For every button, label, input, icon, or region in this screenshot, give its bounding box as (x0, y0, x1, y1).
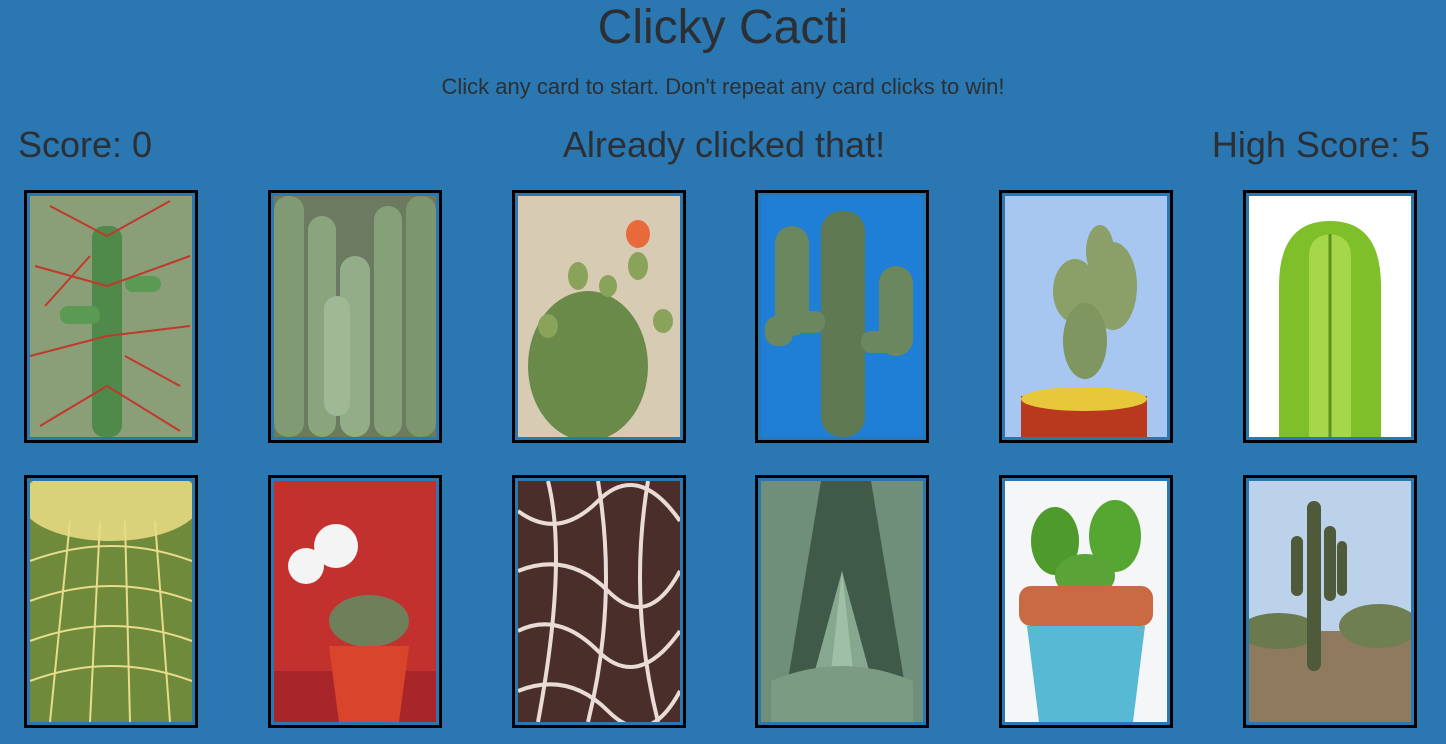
card-flowering-cactus-red-pot[interactable] (268, 475, 442, 728)
barrel-cactus-image (30, 481, 192, 722)
page-title: Clicky Cacti (597, 1, 849, 54)
bunny-ear-cactus-image (1005, 196, 1167, 437)
clicky-game-app: Clicky Cacti Click any card to start. Do… (0, 0, 1446, 744)
card-cactus-skeleton[interactable] (512, 475, 686, 728)
card-agave-leaves[interactable] (755, 475, 929, 728)
columnar-cactus-image (274, 196, 436, 437)
card-spiny-red-cactus[interactable] (24, 190, 198, 443)
saguaro-desert-image (1249, 481, 1411, 722)
card-golden-barrel-cactus[interactable] (24, 475, 198, 728)
card-saguaro-desert[interactable] (1243, 475, 1417, 728)
instructions-text: Click any card to start. Don't repeat an… (441, 74, 1005, 99)
card-green-column-cactus[interactable] (1243, 190, 1417, 443)
card-bunny-ear-cactus-pot[interactable] (999, 190, 1173, 443)
prickly-pear-image (518, 196, 680, 437)
green-column-cactus-image (1249, 196, 1411, 437)
agave-image (761, 481, 923, 722)
jade-plant-image (1005, 481, 1167, 722)
score-bar: Already clicked that! Score: 0 High Scor… (18, 123, 1430, 167)
cactus-skeleton-image (518, 481, 680, 722)
card-columnar-cactus-cluster[interactable] (268, 190, 442, 443)
flowering-cactus-image (274, 481, 436, 722)
card-prickly-pear-flowers[interactable] (512, 190, 686, 443)
card-jade-plant-blue-pot[interactable] (999, 475, 1173, 728)
high-score: High Score: 5 (1211, 124, 1430, 165)
saguaro-sky-image (761, 196, 923, 437)
current-score: Score: 0 (18, 124, 153, 165)
card-saguaro-blue-sky[interactable] (755, 190, 929, 443)
spiny-cactus-image (30, 196, 192, 437)
